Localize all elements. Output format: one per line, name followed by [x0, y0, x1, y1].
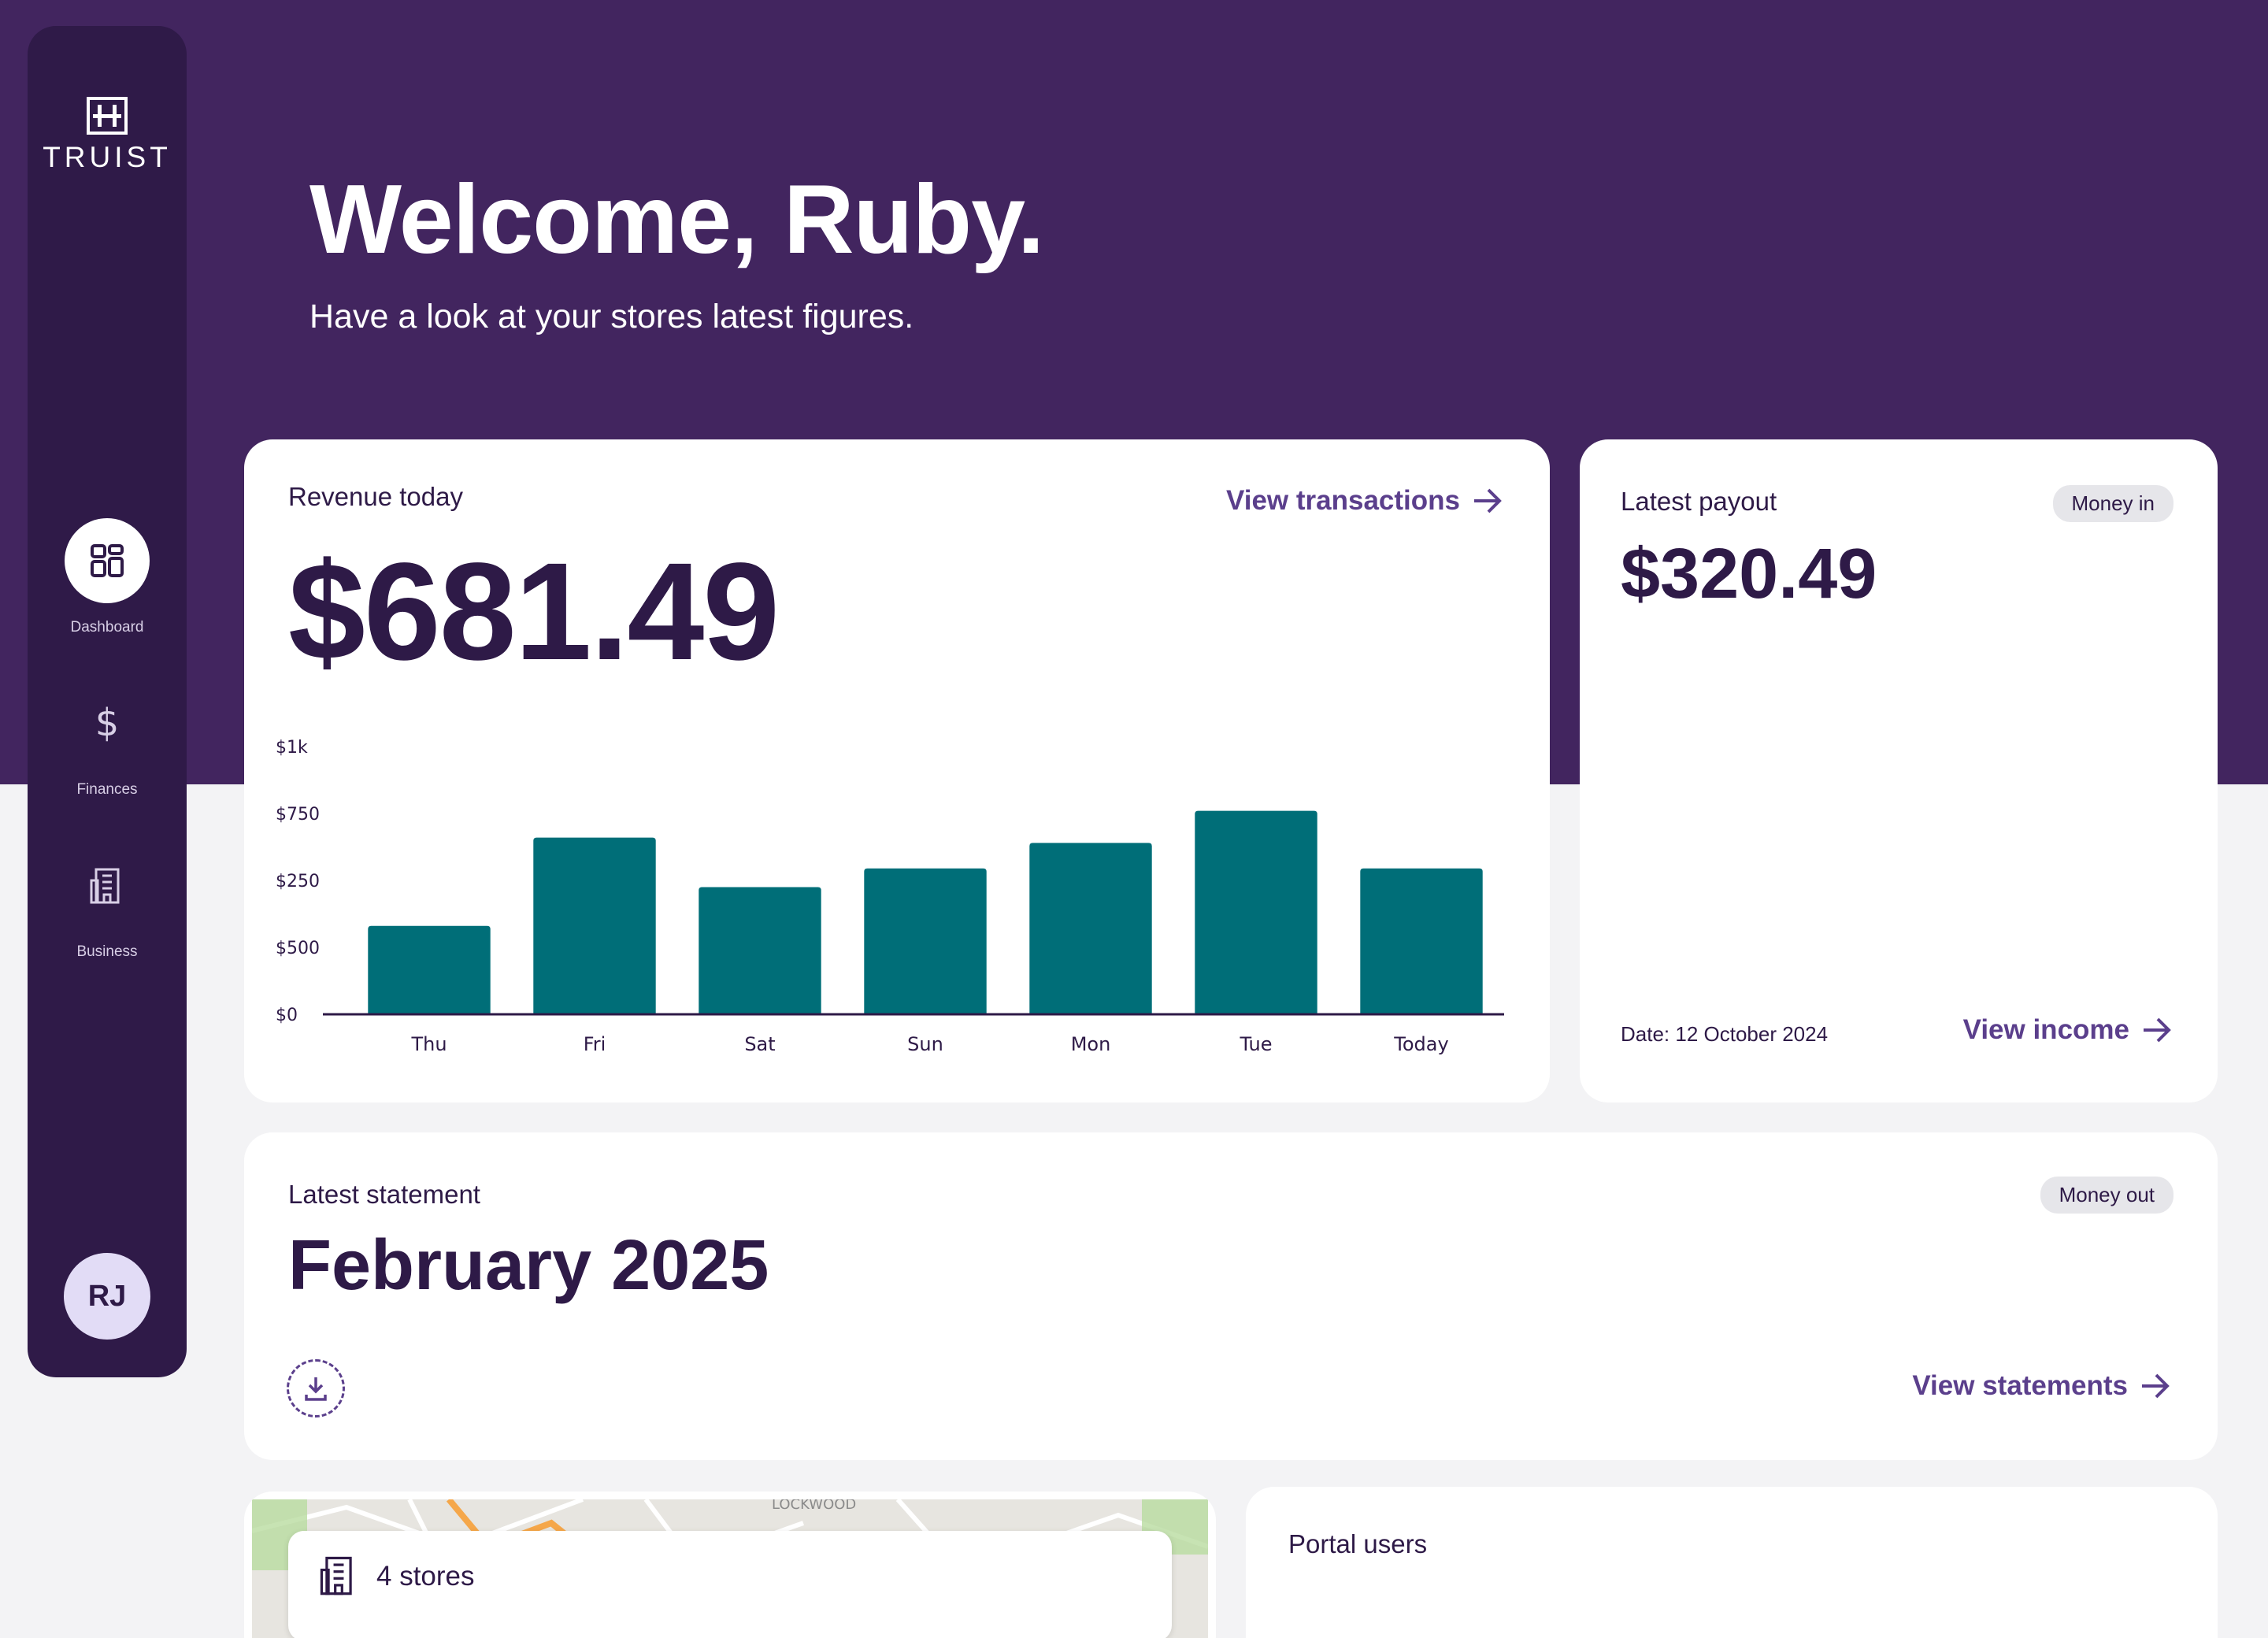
- bar-sat[interactable]: [699, 887, 821, 1015]
- x-tick-label: Mon: [1071, 1033, 1111, 1055]
- status-badge: Money out: [2040, 1177, 2174, 1214]
- avatar[interactable]: RJ: [64, 1253, 150, 1340]
- revenue-label: Revenue today: [288, 482, 463, 511]
- revenue-card: Revenue today View transactions $681.49 …: [244, 439, 1550, 1102]
- x-tick-label: Thu: [410, 1033, 447, 1055]
- dashboard-grid-icon: [65, 518, 150, 603]
- bar-fri[interactable]: [533, 837, 656, 1014]
- view-statements-link[interactable]: View statements: [1912, 1370, 2172, 1402]
- portal-users-card: Portal users: [1246, 1487, 2218, 1638]
- bar-tue[interactable]: [1195, 810, 1317, 1014]
- y-tick-label: $500: [276, 939, 320, 958]
- x-tick-label: Fri: [584, 1033, 606, 1055]
- y-tick-label: $0: [276, 1006, 298, 1025]
- statement-card: Latest statement Money out February 2025…: [244, 1132, 2218, 1460]
- map-place-label: LOCKWOOD: [772, 1499, 856, 1513]
- arrow-right-icon: [2144, 1017, 2171, 1043]
- truist-logo-icon: [87, 97, 128, 135]
- status-badge: Money in: [2052, 485, 2174, 522]
- view-income-link[interactable]: View income: [1963, 1014, 2174, 1046]
- payout-date: Date: 12 October 2024: [1621, 1022, 1829, 1046]
- portal-users-label: Portal users: [1288, 1529, 1428, 1558]
- sidebar-item-finances[interactable]: $ Finances: [28, 680, 187, 799]
- brand-logo[interactable]: TRUIST: [28, 73, 187, 174]
- payout-card: Latest payout Money in $320.49 Date: 12 …: [1580, 439, 2218, 1102]
- building-icon: [65, 843, 150, 928]
- view-transactions-link[interactable]: View transactions: [1226, 485, 1504, 517]
- download-button[interactable]: [287, 1359, 345, 1418]
- svg-text:$: $: [95, 701, 120, 745]
- view-statements-label: View statements: [1912, 1370, 2128, 1401]
- sidebar-item-dashboard[interactable]: Dashboard: [28, 518, 187, 636]
- page-title: Welcome, Ruby.: [309, 165, 1044, 274]
- x-tick-label: Today: [1393, 1033, 1448, 1055]
- x-tick-label: Sat: [744, 1033, 775, 1055]
- statement-label: Latest statement: [288, 1180, 480, 1209]
- bar-sun[interactable]: [864, 868, 987, 1014]
- brand-name: TRUIST: [43, 141, 172, 173]
- x-tick-label: Tue: [1240, 1033, 1273, 1055]
- stores-count: 4 stores: [376, 1561, 475, 1592]
- payout-label: Latest payout: [1621, 487, 1777, 516]
- arrow-right-icon: [2142, 1373, 2170, 1399]
- bar-thu[interactable]: [368, 925, 491, 1014]
- revenue-bar-chart: $0 $500 $250 $750 $1k Thu Fri Sat Sun Mon Tue Today: [276, 738, 1504, 1055]
- bar-mon[interactable]: [1029, 843, 1152, 1014]
- sidebar-item-label: Finances: [76, 781, 138, 798]
- y-tick-label: $750: [276, 805, 320, 825]
- x-tick-label: Sun: [907, 1033, 943, 1055]
- building-icon: [320, 1556, 352, 1595]
- y-tick-label: $1k: [276, 738, 308, 758]
- stores-summary[interactable]: 4 stores: [288, 1531, 1172, 1638]
- sidebar: TRUIST Dashboard $ Finances Business RJ: [28, 26, 187, 1377]
- sidebar-item-label: Business: [76, 943, 138, 960]
- sidebar-item-business[interactable]: Business: [28, 843, 187, 961]
- view-income-label: View income: [1962, 1014, 2129, 1045]
- sidebar-item-label: Dashboard: [70, 619, 144, 636]
- page-subtitle: Have a look at your stores latest figure…: [309, 298, 914, 335]
- download-icon: [305, 1377, 327, 1401]
- y-tick-label: $250: [276, 872, 320, 891]
- payout-amount: $320.49: [1621, 535, 1877, 613]
- revenue-amount: $681.49: [288, 535, 780, 689]
- view-transactions-label: View transactions: [1226, 485, 1460, 516]
- statement-title: February 2025: [288, 1226, 769, 1305]
- stores-map-card: LOCKWOOD 4 stores: [244, 1492, 1216, 1638]
- arrow-right-icon: [1474, 488, 1502, 513]
- dollar-icon: $: [65, 680, 150, 765]
- bar-today[interactable]: [1360, 868, 1483, 1014]
- dashboard-page: TRUIST Dashboard $ Finances Business RJ …: [0, 0, 2268, 1638]
